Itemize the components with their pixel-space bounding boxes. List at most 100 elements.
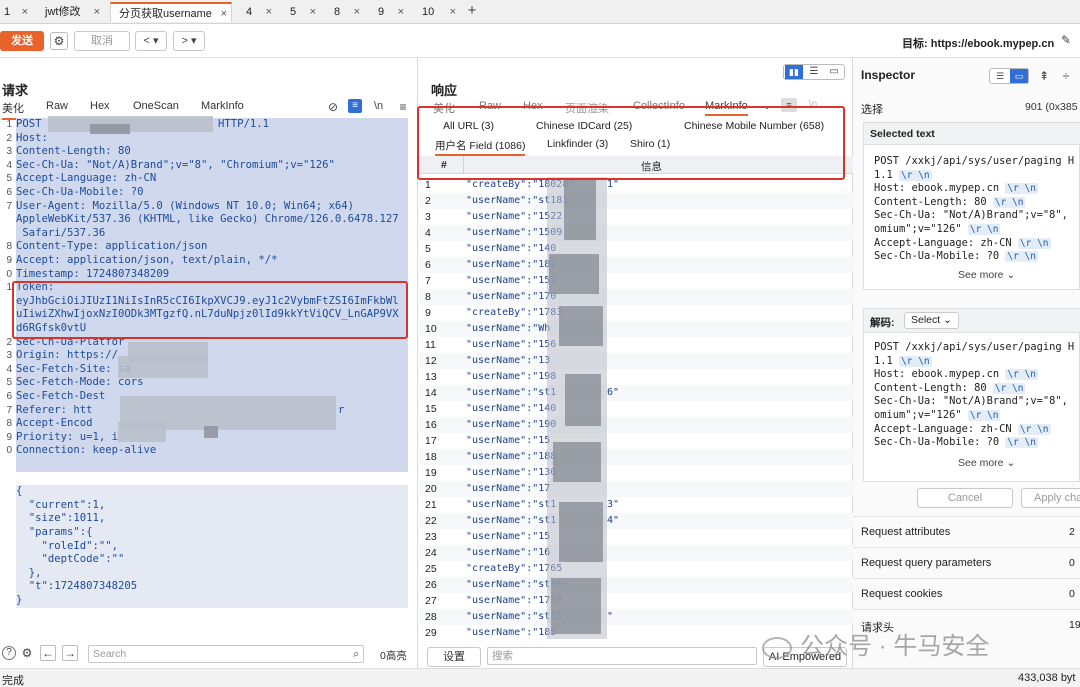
send-button[interactable]: 发送 (0, 31, 44, 51)
response-tab-render[interactable]: 页面渲染 (565, 100, 609, 116)
table-row[interactable]: 26 "userName":"stte (419, 577, 853, 593)
list-view-icon[interactable]: ☰ (991, 69, 1009, 83)
response-tab-collectinfo[interactable]: CollectInfo (633, 100, 685, 112)
filter-chinese-mobile[interactable]: Chinese Mobile Number (658) (684, 120, 824, 132)
tab-jwt[interactable]: jwt修改 × (40, 2, 104, 22)
table-row[interactable]: 8 "userName":"170 (419, 289, 853, 305)
prev-match-icon[interactable]: ← (40, 645, 56, 661)
inspector-section-row[interactable]: Request attributes 2 (853, 516, 1080, 547)
filter-chinese-idcard[interactable]: Chinese IDCard (25) (536, 120, 632, 132)
help-icon[interactable]: ? (2, 646, 16, 660)
tab-paging-username[interactable]: 分页获取username × (110, 2, 232, 22)
split-rows-icon[interactable]: ☰ (805, 65, 823, 79)
wrap-icon[interactable]: ≡ (781, 98, 797, 112)
table-row[interactable]: 15 "userName":"140 (419, 401, 853, 417)
filter-username-field[interactable]: 用户名 Field (1086) (435, 138, 526, 156)
inspector-section-row[interactable]: Request query parameters 0 (853, 547, 1080, 578)
request-tab-pretty[interactable]: 美化 (2, 100, 24, 120)
edit-pencil-icon[interactable]: ✎ (1058, 33, 1074, 47)
response-tab-markinfo[interactable]: MarkInfo (705, 100, 748, 116)
chevron-down-icon[interactable]: ⌄ (761, 100, 773, 114)
close-icon[interactable]: × (94, 2, 100, 22)
cancel-button[interactable]: 取消 (74, 31, 130, 51)
align-icon[interactable]: ⇞ (1037, 69, 1051, 83)
layout-switcher[interactable]: ▮▮ ☰ ▭ (783, 64, 845, 80)
request-tab-raw[interactable]: Raw (46, 100, 68, 112)
tab-4[interactable]: 4 × (240, 2, 276, 22)
settings-button[interactable]: 设置 (427, 647, 481, 667)
table-row[interactable]: 12 "userName":"13 (419, 353, 853, 369)
column-header-info[interactable]: 信息 (641, 159, 662, 174)
table-row[interactable]: 5 "userName":"140 (419, 241, 853, 257)
close-icon[interactable]: × (450, 2, 456, 22)
close-icon[interactable]: × (221, 4, 227, 24)
newline-toggle[interactable]: \n (374, 100, 383, 112)
add-tab-icon[interactable]: + (464, 3, 480, 18)
table-row[interactable]: 14 "userName":"st1 6" (419, 385, 853, 401)
table-row[interactable]: 22 "userName":"st1 4" (419, 513, 853, 529)
filter-linkfinder[interactable]: Linkfinder (3) (547, 138, 608, 150)
inspector-cancel-button[interactable]: Cancel (917, 488, 1013, 508)
tab-1[interactable]: 1 × (2, 2, 32, 22)
table-row[interactable]: 25 "createBy":"1765 (419, 561, 853, 577)
table-row[interactable]: 23 "userName":"15 (419, 529, 853, 545)
filter-all-url[interactable]: All URL (3) (443, 120, 494, 132)
inspector-layout-toggle[interactable]: ☰ ▭ (989, 68, 1029, 84)
gear-icon[interactable]: ⚙ (20, 646, 34, 660)
next-match-icon[interactable]: → (62, 645, 78, 661)
forward-button[interactable]: > ▾ (173, 31, 205, 51)
panel-view-icon[interactable]: ▭ (1010, 69, 1028, 83)
table-row[interactable]: 28 "userName":"st15 " (419, 609, 853, 625)
table-row[interactable]: 18 "userName":"188 (419, 449, 853, 465)
response-tab-raw[interactable]: Raw (479, 100, 501, 112)
table-row[interactable]: 2 "userName":"st181 (419, 193, 853, 209)
decode-select[interactable]: Select ⌄ (904, 312, 959, 329)
wrap-icon[interactable]: ≡ (348, 99, 362, 113)
table-row[interactable]: 7 "userName":"151 (419, 273, 853, 289)
apply-changes-button[interactable]: Apply cha (1021, 488, 1080, 508)
close-icon[interactable]: × (398, 2, 404, 22)
see-more-link[interactable]: See more ⌄ (958, 269, 1015, 281)
response-tab-pretty[interactable]: 美化 (433, 100, 455, 116)
tab-9[interactable]: 9 × (372, 2, 408, 22)
tab-8[interactable]: 8 × (328, 2, 364, 22)
table-row[interactable]: 6 "userName":"181 (419, 257, 853, 273)
split-icon[interactable]: ÷ (1059, 69, 1073, 83)
request-editor[interactable]: 1 POST HTTP/1.1 2 Host: 3 Content-Length: 80… (0, 118, 416, 618)
table-row[interactable]: 11 "userName":"156 (419, 337, 853, 353)
table-row[interactable]: 13 "userName":"198 (419, 369, 853, 385)
column-header-index[interactable]: # (441, 159, 447, 171)
request-tab-hex[interactable]: Hex (90, 100, 110, 112)
response-search-input[interactable]: 搜索 (487, 647, 757, 665)
eye-off-icon[interactable]: ⊘ (326, 100, 340, 114)
table-row[interactable]: 3 "userName":"1522 (419, 209, 853, 225)
table-row[interactable]: 10 "userName":"Wh (419, 321, 853, 337)
request-tab-onescan[interactable]: OneScan (133, 100, 179, 112)
table-row[interactable]: 21 "userName":"st1 3" (419, 497, 853, 513)
table-row[interactable]: 16 "userName":"190 (419, 417, 853, 433)
single-pane-icon[interactable]: ▭ (825, 65, 843, 79)
gear-icon[interactable]: ⚙ (50, 32, 68, 50)
close-icon[interactable]: × (266, 2, 272, 22)
close-icon[interactable]: × (22, 2, 28, 22)
table-row[interactable]: 27 "userName":"1750 (419, 593, 853, 609)
menu-icon[interactable]: ≡ (396, 100, 410, 114)
inspector-section-row[interactable]: Request cookies 0 (853, 578, 1080, 609)
table-row[interactable]: 1 "createBy":"180287 1" (419, 177, 853, 193)
tab-10[interactable]: 10 × (418, 2, 460, 22)
newline-icon[interactable]: \n (805, 98, 821, 112)
table-row[interactable]: 20 "userName":"17 (419, 481, 853, 497)
filter-shiro[interactable]: Shiro (1) (630, 138, 670, 150)
tab-5[interactable]: 5 × (284, 2, 320, 22)
table-row[interactable]: 19 "userName":"130 (419, 465, 853, 481)
table-row[interactable]: 9 "createBy":"1783 (419, 305, 853, 321)
see-more-link[interactable]: See more ⌄ (958, 457, 1015, 469)
close-icon[interactable]: × (354, 2, 360, 22)
back-button[interactable]: < ▾ (135, 31, 167, 51)
split-columns-icon[interactable]: ▮▮ (785, 65, 803, 79)
table-row[interactable]: 24 "userName":"16 (419, 545, 853, 561)
response-tab-hex[interactable]: Hex (523, 100, 543, 112)
request-tab-markinfo[interactable]: MarkInfo (201, 100, 244, 112)
request-search-input[interactable]: Search ⌕ (88, 645, 364, 663)
table-row[interactable]: 4 "userName":"1509 (419, 225, 853, 241)
